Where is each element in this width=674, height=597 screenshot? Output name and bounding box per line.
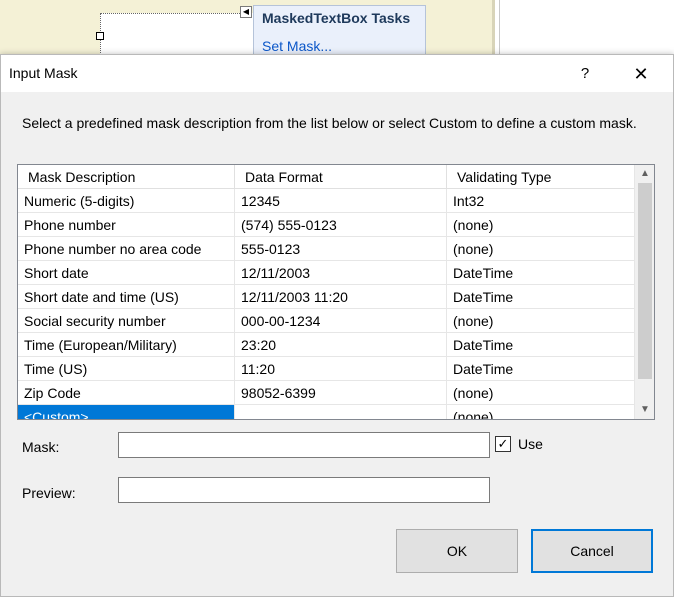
use-checkbox[interactable]: ✓ (495, 436, 511, 452)
table-row[interactable]: Short date and time (US) 12/11/2003 11:20… (18, 285, 634, 309)
row-mask-description: Social security number (18, 309, 234, 333)
designer-surface: ◀ MaskedTextBox Tasks Set Mask... (0, 0, 674, 60)
use-label[interactable]: Use (518, 436, 543, 452)
scroll-down-icon[interactable]: ▼ (635, 401, 654, 419)
mask-input[interactable] (118, 432, 490, 458)
row-validating-type: (none) (446, 213, 634, 237)
table-row[interactable]: Phone number (574) 555-0123 (none) (18, 213, 634, 237)
row-validating-type: (none) (446, 309, 634, 333)
row-mask-description: Numeric (5-digits) (18, 189, 234, 213)
row-data-format: 12/11/2003 (234, 261, 446, 285)
scroll-thumb[interactable] (638, 183, 652, 379)
masked-textbox-control[interactable] (100, 13, 260, 57)
preview-input[interactable] (118, 477, 490, 503)
tasks-panel-title: MaskedTextBox Tasks (262, 10, 411, 26)
row-data-format: 12/11/2003 11:20 (234, 285, 446, 309)
row-validating-type: (none) (446, 381, 634, 405)
row-data-format: 98052-6399 (234, 381, 446, 405)
row-mask-description: Zip Code (18, 381, 234, 405)
designer-divider (492, 0, 495, 60)
row-data-format: 23:20 (234, 333, 446, 357)
ok-button[interactable]: OK (396, 529, 518, 573)
table-row[interactable]: Phone number no area code 555-0123 (none) (18, 237, 634, 261)
column-header-data-format[interactable]: Data Format (234, 165, 446, 189)
row-data-format: (574) 555-0123 (234, 213, 446, 237)
table-row[interactable]: Time (European/Military) 23:20 DateTime (18, 333, 634, 357)
row-mask-description: Time (US) (18, 357, 234, 381)
cancel-button[interactable]: Cancel (531, 529, 653, 573)
selection-handle[interactable] (96, 32, 104, 40)
row-validating-type: DateTime (446, 357, 634, 381)
vertical-scrollbar[interactable]: ▲ ▼ (634, 165, 654, 419)
row-validating-type: DateTime (446, 285, 634, 309)
title-bar: Input Mask ? ✕ (1, 55, 673, 92)
close-icon[interactable]: ✕ (621, 59, 661, 89)
mask-label: Mask: (22, 439, 60, 455)
scroll-up-icon[interactable]: ▲ (635, 165, 654, 183)
table-row[interactable]: Social security number 000-00-1234 (none) (18, 309, 634, 333)
row-validating-type: (none) (446, 405, 634, 419)
row-validating-type: DateTime (446, 333, 634, 357)
help-button[interactable]: ? (567, 59, 603, 89)
mask-list[interactable]: Mask Description Data Format Validating … (17, 164, 655, 420)
row-data-format: 000-00-1234 (234, 309, 446, 333)
row-validating-type: (none) (446, 237, 634, 261)
instructions-text: Select a predefined mask description fro… (22, 115, 637, 131)
checkmark-icon: ✓ (497, 436, 509, 451)
row-mask-description: Phone number no area code (18, 237, 234, 261)
row-data-format (234, 405, 446, 419)
row-mask-description: Time (European/Military) (18, 333, 234, 357)
designer-divider-line (499, 0, 500, 60)
table-row[interactable]: Short date 12/11/2003 DateTime (18, 261, 634, 285)
preview-label: Preview: (22, 485, 76, 501)
row-data-format: 12345 (234, 189, 446, 213)
row-data-format: 555-0123 (234, 237, 446, 261)
table-row[interactable]: Numeric (5-digits) 12345 Int32 (18, 189, 634, 213)
row-mask-description: Short date and time (US) (18, 285, 234, 309)
smart-tag-icon[interactable]: ◀ (240, 6, 252, 18)
input-mask-dialog: Input Mask ? ✕ Select a predefined mask … (0, 54, 674, 597)
table-row[interactable]: <Custom> (none) (18, 405, 634, 419)
row-mask-description: <Custom> (18, 405, 234, 419)
row-mask-description: Short date (18, 261, 234, 285)
row-validating-type: DateTime (446, 261, 634, 285)
row-data-format: 11:20 (234, 357, 446, 381)
column-header-mask-description[interactable]: Mask Description (18, 165, 234, 189)
table-row[interactable]: Time (US) 11:20 DateTime (18, 357, 634, 381)
column-header-validating-type[interactable]: Validating Type (446, 165, 634, 189)
table-row[interactable]: Zip Code 98052-6399 (none) (18, 381, 634, 405)
set-mask-link[interactable]: Set Mask... (262, 38, 332, 54)
dialog-title: Input Mask (9, 65, 78, 81)
list-header: Mask Description Data Format Validating … (18, 165, 634, 189)
tasks-panel: MaskedTextBox Tasks Set Mask... (253, 5, 426, 60)
row-mask-description: Phone number (18, 213, 234, 237)
row-validating-type: Int32 (446, 189, 634, 213)
